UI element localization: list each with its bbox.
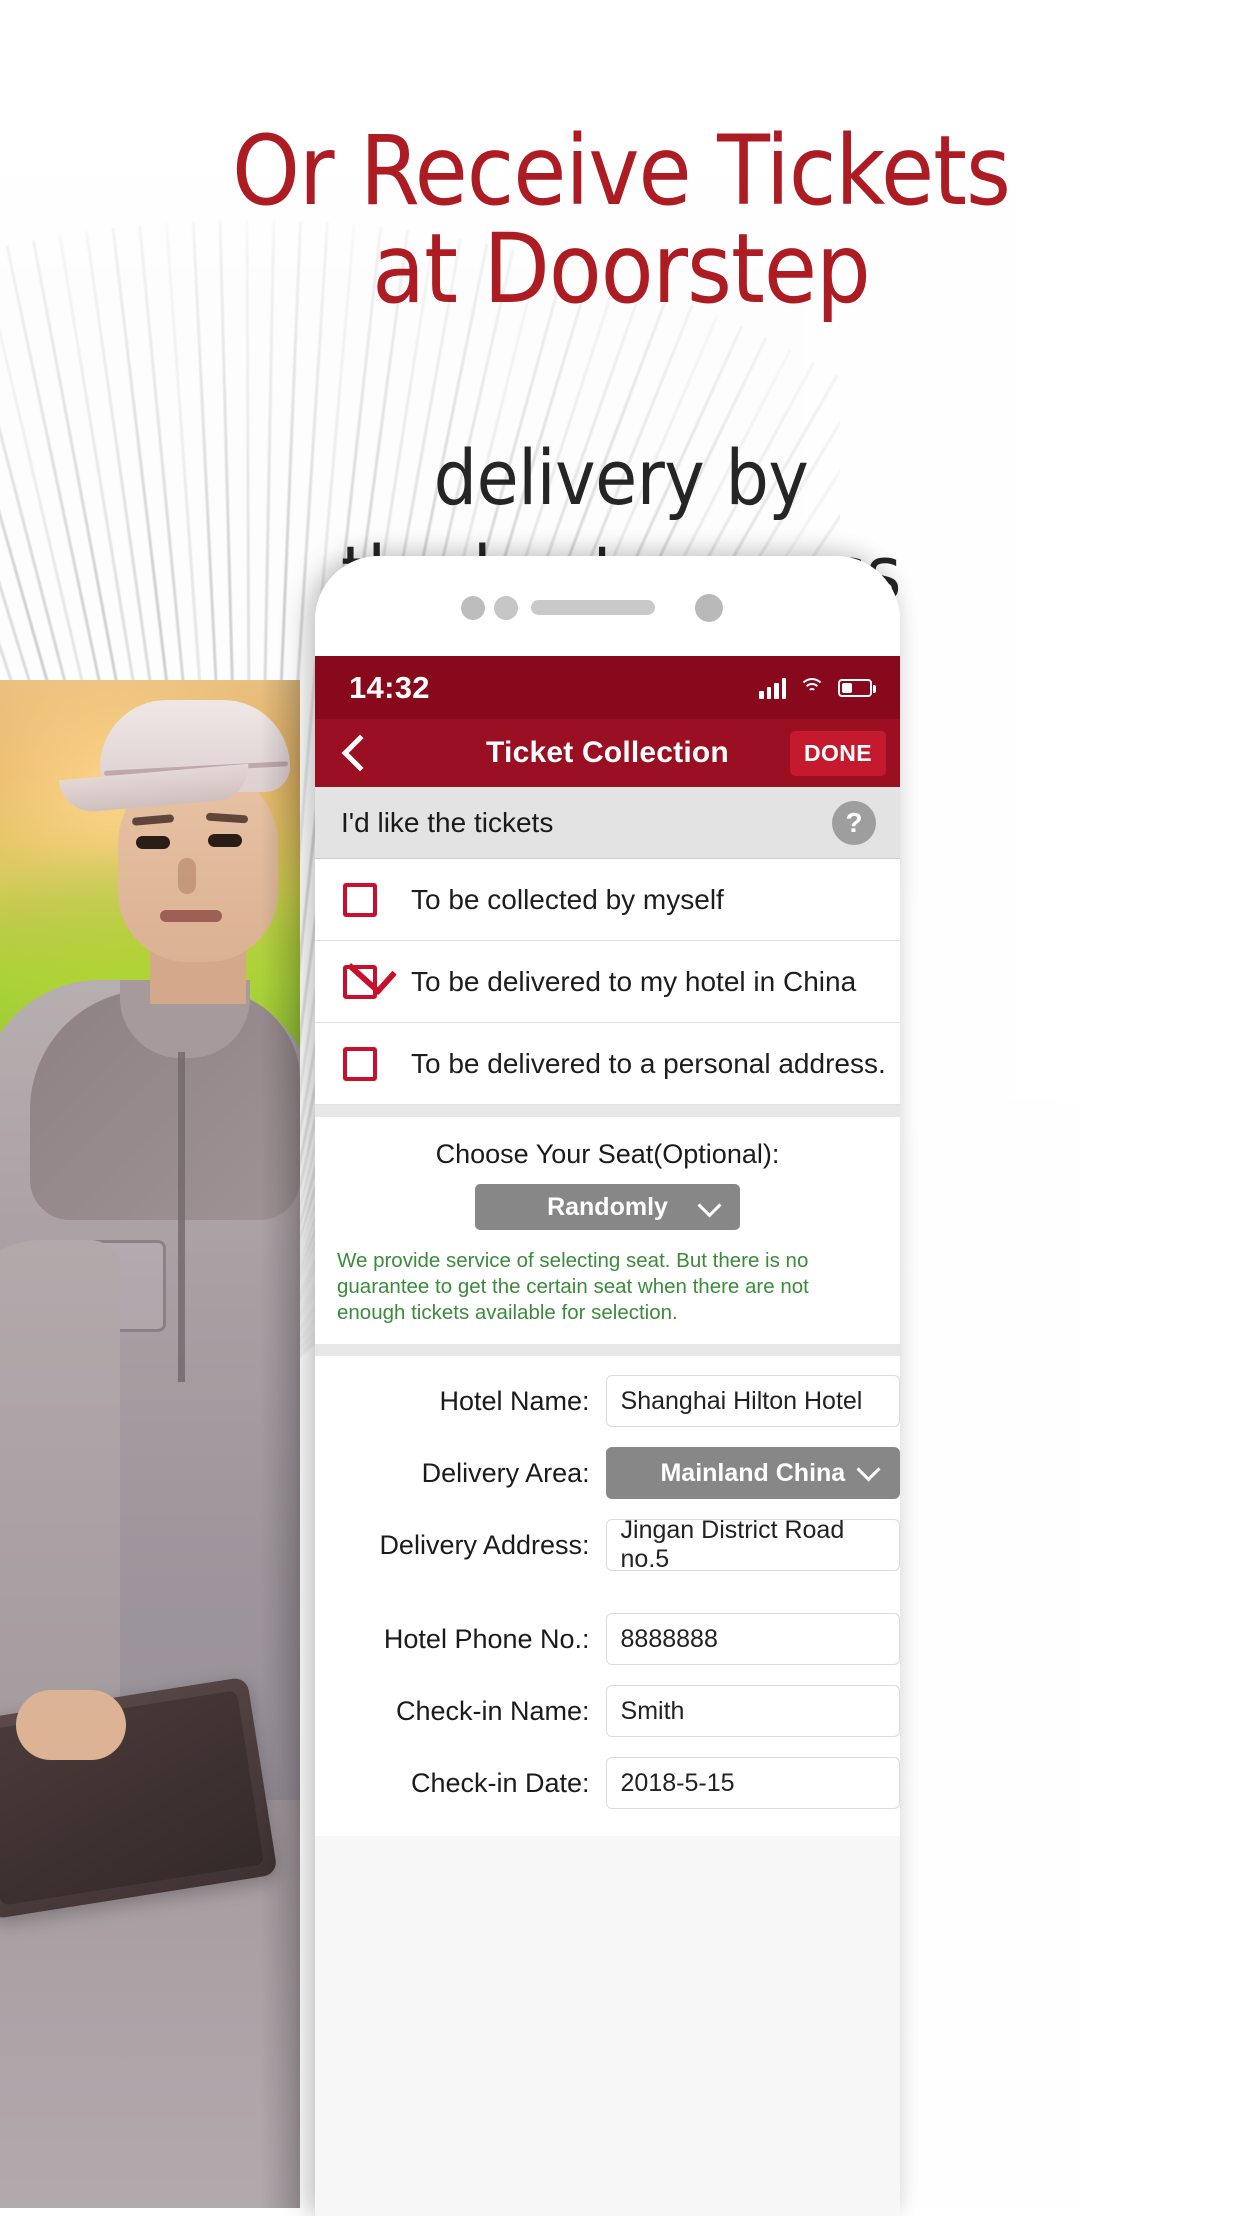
checkin-date-input[interactable]: 2018-5-15 — [605, 1757, 900, 1809]
courier-photo — [0, 680, 300, 2208]
promo-headline-line1: Or Receive Tickets — [232, 115, 1011, 227]
field-label: Delivery Address: — [379, 1529, 590, 1560]
form-row-delivery-address: Delivery Address: Jingan District Road n… — [315, 1516, 900, 1574]
chevron-down-icon — [856, 1457, 881, 1482]
checkin-name-input[interactable]: Smith — [605, 1685, 900, 1737]
field-label: Check-in Name: — [395, 1695, 590, 1726]
question-mark-icon[interactable]: ? — [832, 800, 876, 845]
status-bar: 14:32 — [315, 656, 900, 719]
form-row-checkin-name: Check-in Name: Smith — [315, 1682, 900, 1740]
delivery-area-select[interactable]: Mainland China — [605, 1447, 900, 1499]
section-header-label: I'd like the tickets — [341, 806, 554, 838]
back-chevron-icon[interactable] — [341, 734, 379, 772]
chevron-down-icon — [697, 1193, 722, 1218]
phone-mockup: 14:32 Ticket Collection DONE I'd like th… — [315, 556, 900, 2216]
checkbox-collect-myself[interactable] — [343, 882, 377, 917]
phone-top-bezel — [315, 556, 900, 661]
checkbox-deliver-hotel[interactable] — [343, 964, 377, 999]
option-row-deliver-hotel[interactable]: To be delivered to my hotel in China — [315, 941, 900, 1023]
delivery-address-input[interactable]: Jingan District Road no.5 — [605, 1516, 900, 1573]
courier-figure — [0, 680, 300, 2208]
collection-options-list: To be collected by myself To be delivere… — [315, 859, 900, 1105]
seat-selection-title: Choose Your Seat(Optional): — [435, 1139, 780, 1169]
status-system-icons — [759, 677, 876, 699]
seat-preference-value: Randomly — [547, 1192, 668, 1221]
courier-eye-right — [208, 834, 242, 847]
courier-nose — [178, 858, 196, 894]
section-divider — [315, 1105, 900, 1117]
field-label: Delivery Area: — [421, 1457, 590, 1488]
nav-bar: Ticket Collection DONE — [315, 719, 900, 787]
wifi-icon — [799, 677, 825, 698]
proximity-sensor-icon — [695, 594, 723, 622]
delivery-area-value: Mainland China — [660, 1458, 846, 1487]
promo-headline: Or Receive Tickets at Doorstep — [0, 122, 1242, 318]
done-button[interactable]: DONE — [789, 731, 886, 776]
cellular-signal-icon — [759, 677, 786, 699]
field-label: Hotel Name: — [439, 1385, 590, 1416]
courier-arm-left — [0, 1240, 120, 1760]
form-row-checkin-date: Check-in Date: 2018-5-15 — [315, 1754, 900, 1812]
option-row-collect-myself[interactable]: To be collected by myself — [315, 859, 900, 941]
option-row-deliver-personal-address[interactable]: To be delivered to a personal address. — [315, 1023, 900, 1105]
form-row-hotel-phone: Hotel Phone No.: 8888888 — [315, 1610, 900, 1668]
battery-low-icon — [838, 678, 876, 697]
option-label: To be delivered to a personal address. — [411, 1047, 886, 1079]
status-clock: 14:32 — [349, 669, 430, 705]
option-label: To be collected by myself — [411, 883, 724, 915]
seat-selection-note: We provide service of selecting seat. Bu… — [337, 1248, 876, 1326]
field-label: Hotel Phone No.: — [383, 1623, 590, 1654]
section-divider — [315, 1344, 900, 1356]
phone-screen: 14:32 Ticket Collection DONE I'd like th… — [315, 656, 900, 2216]
form-row-hotel-name: Hotel Name: Shanghai Hilton Hotel — [315, 1372, 900, 1430]
checkbox-deliver-personal-address[interactable] — [343, 1046, 377, 1081]
courier-zipper — [178, 1052, 185, 1382]
field-label: Check-in Date: — [410, 1767, 590, 1798]
section-header: I'd like the tickets ? — [315, 787, 900, 859]
earpiece-speaker — [531, 600, 655, 615]
delivery-form: Hotel Name: Shanghai Hilton Hotel Delive… — [315, 1356, 900, 1836]
courier-mouth — [160, 910, 222, 922]
hotel-phone-input[interactable]: 8888888 — [605, 1613, 900, 1665]
promo-headline-line2: at Doorstep — [372, 213, 871, 325]
hotel-name-input[interactable]: Shanghai Hilton Hotel — [605, 1375, 900, 1427]
courier-eye-left — [136, 836, 170, 849]
courier-hand — [16, 1690, 126, 1760]
photo-edge-shadow — [260, 680, 300, 2208]
front-camera-icon — [461, 596, 485, 620]
promo-subline-line1: delivery by — [433, 433, 809, 522]
option-label: To be delivered to my hotel in China — [411, 965, 857, 997]
seat-selection-block: Choose Your Seat(Optional): Randomly We … — [315, 1117, 900, 1344]
seat-preference-dropdown[interactable]: Randomly — [475, 1184, 740, 1230]
form-spacer — [315, 1588, 900, 1610]
form-row-delivery-area: Delivery Area: Mainland China — [315, 1444, 900, 1502]
front-sensor-dot-icon — [494, 596, 518, 620]
